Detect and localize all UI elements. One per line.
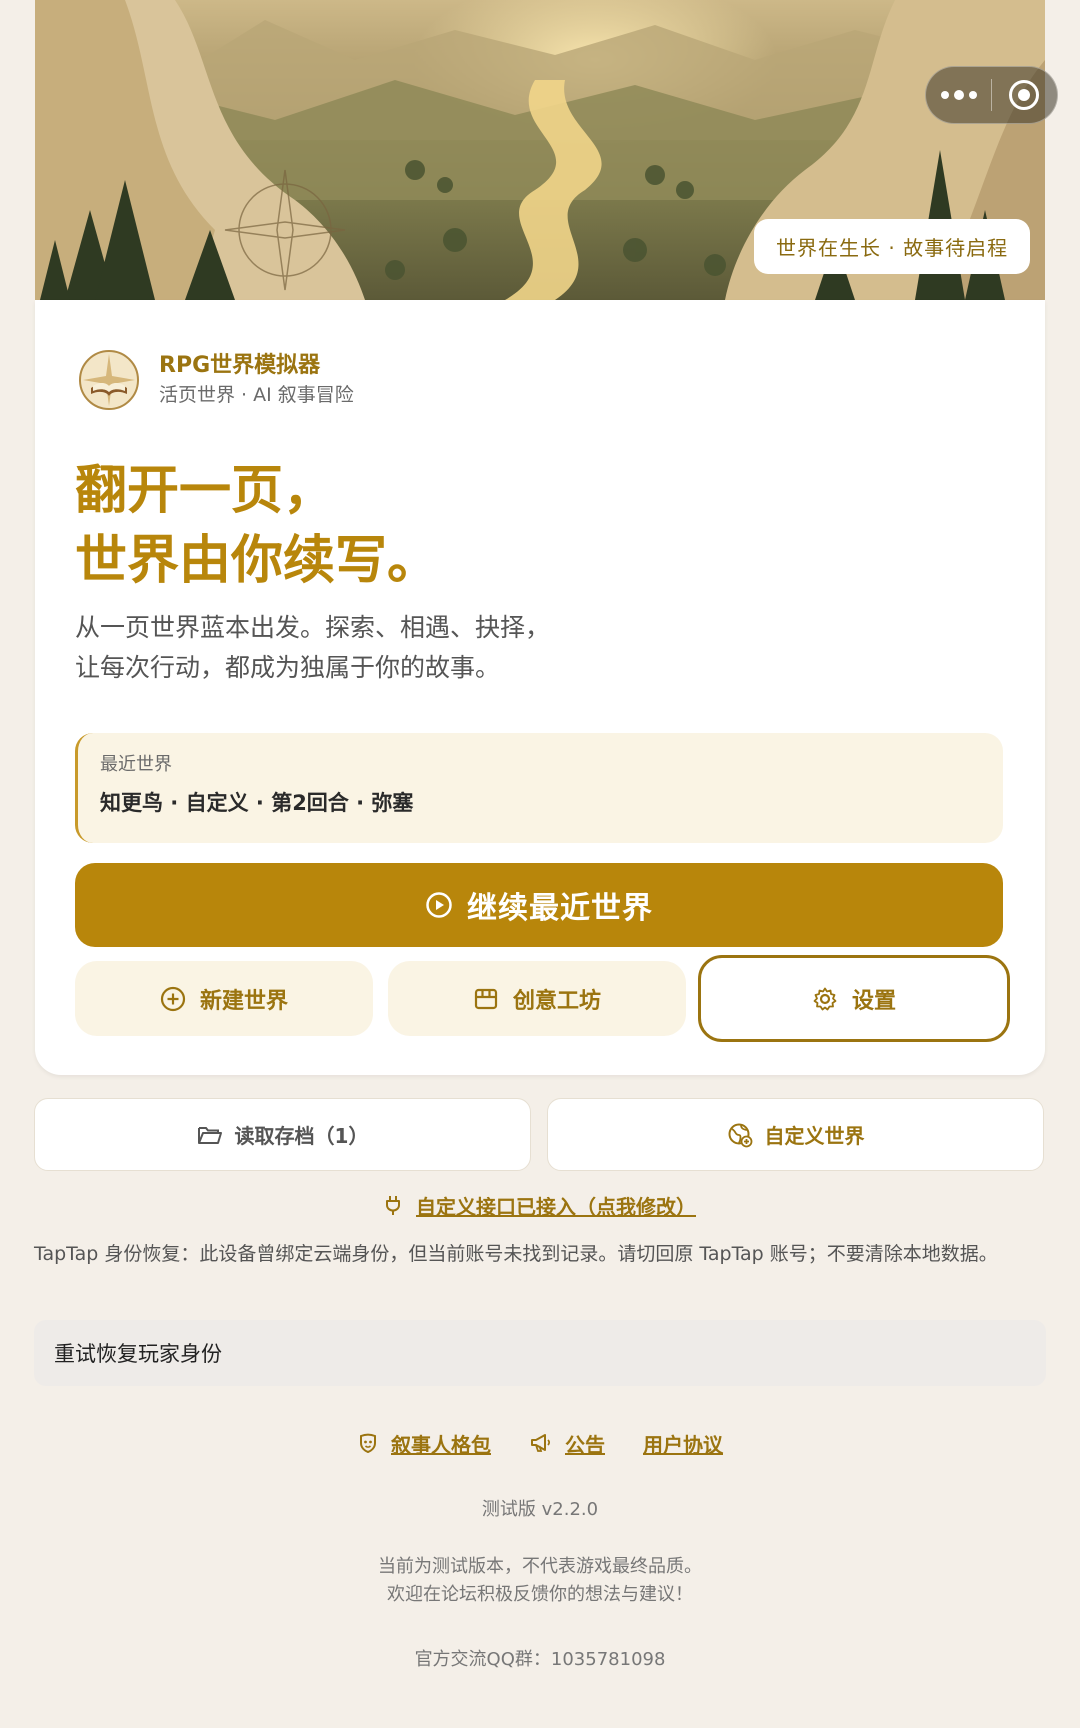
version-text: 测试版 v2.2.0 xyxy=(481,1499,599,1520)
new-world-label: 新建世界 xyxy=(199,988,288,1014)
hero-banner: 世界在生长 · 故事待启程 xyxy=(35,0,1045,300)
globe-add-icon xyxy=(728,1123,752,1147)
main-card: RPG世界模拟器 活页世界 · AI 叙事冒险 翻开一页， 世界由你续写。 从一… xyxy=(35,300,1045,1075)
play-circle-icon xyxy=(426,892,452,918)
load-save-label: 读取存档（1） xyxy=(234,1124,369,1148)
new-world-button[interactable]: 新建世界 xyxy=(75,961,373,1036)
more-dots-icon[interactable] xyxy=(926,90,991,100)
recent-world-label: 最近世界 xyxy=(100,754,172,775)
workshop-label: 创意工坊 xyxy=(512,988,601,1014)
retry-label: 重试恢复玩家身份 xyxy=(54,1342,222,1366)
disclaimer-line-2: 欢迎在论坛积极反馈你的想法与建议！ xyxy=(387,1584,693,1605)
retry-restore-identity-button[interactable]: 重试恢复玩家身份 xyxy=(34,1320,1046,1386)
recent-world-value: 知更鸟 · 自定义 · 第2回合 · 弥塞 xyxy=(100,791,414,815)
brand-subtitle: 活页世界 · AI 叙事冒险 xyxy=(159,384,354,406)
storefront-icon xyxy=(474,988,498,1009)
intro-text: 从一页世界蓝本出发。探索、相遇、抉择， 让每次行动，都成为独属于你的故事。 xyxy=(75,608,550,688)
settings-button[interactable]: 设置 xyxy=(698,955,1010,1042)
record-target-icon[interactable] xyxy=(992,80,1057,110)
folder-open-icon xyxy=(197,1126,222,1144)
megaphone-icon xyxy=(531,1434,551,1452)
load-save-button[interactable]: 读取存档（1） xyxy=(34,1098,531,1171)
continue-recent-world-button[interactable]: 继续最近世界 xyxy=(75,863,1003,947)
headline-line-1: 翻开一页， xyxy=(75,460,336,521)
narrator-pack-label: 叙事人格包 xyxy=(391,1432,491,1457)
book-compass-logo-icon xyxy=(79,350,139,410)
brand-name: RPG世界模拟器 xyxy=(159,353,321,378)
user-agreement-link[interactable]: 用户协议 xyxy=(643,1429,723,1458)
page-headline: 翻开一页， 世界由你续写。 xyxy=(75,456,439,596)
plus-circle-icon xyxy=(160,986,186,1011)
beta-disclaimer: 当前为测试版本，不代表游戏最终品质。 欢迎在论坛积极反馈你的想法与建议！ xyxy=(0,1553,1080,1609)
custom-world-label: 自定义世界 xyxy=(764,1124,865,1148)
plug-icon xyxy=(386,1196,400,1215)
continue-button-label: 继续最近世界 xyxy=(467,891,653,926)
recent-world-card[interactable]: 最近世界 知更鸟 · 自定义 · 第2回合 · 弥塞 xyxy=(75,733,1003,843)
footer-links: 叙事人格包 公告 用户协议 xyxy=(0,1426,1080,1460)
custom-world-button[interactable]: 自定义世界 xyxy=(547,1098,1044,1171)
disclaimer-line-1: 当前为测试版本，不代表游戏最终品质。 xyxy=(378,1556,702,1577)
qq-group-text: 官方交流QQ群：1035781098 xyxy=(414,1649,666,1670)
custom-api-link[interactable]: 自定义接口已接入（点我修改） xyxy=(0,1188,1080,1222)
custom-api-link-label: 自定义接口已接入（点我修改） xyxy=(416,1194,696,1219)
brand: RPG世界模拟器 活页世界 · AI 叙事冒险 xyxy=(77,348,354,412)
announcement-link[interactable]: 公告 xyxy=(529,1429,605,1458)
mask-icon xyxy=(360,1433,376,1454)
identity-recovery-notice: TapTap 身份恢复：此设备曾绑定云端身份，但当前账号未找到记录。请切回原 T… xyxy=(34,1243,998,1265)
mini-program-capsule[interactable] xyxy=(925,66,1058,124)
announcement-label: 公告 xyxy=(565,1432,605,1457)
gear-icon xyxy=(813,987,837,1010)
settings-label: 设置 xyxy=(851,988,896,1014)
user-agreement-label: 用户协议 xyxy=(643,1432,723,1457)
headline-line-2: 世界由你续写。 xyxy=(75,530,440,591)
narrator-pack-link[interactable]: 叙事人格包 xyxy=(357,1429,491,1458)
intro-line-1: 从一页世界蓝本出发。探索、相遇、抉择， xyxy=(75,613,551,642)
workshop-button[interactable]: 创意工坊 xyxy=(388,961,686,1036)
intro-line-2: 让每次行动，都成为独属于你的故事。 xyxy=(75,653,501,682)
action-button-row: 新建世界 创意工坊 设置 xyxy=(75,955,1010,1042)
hero-badge: 世界在生长 · 故事待启程 xyxy=(754,219,1031,274)
